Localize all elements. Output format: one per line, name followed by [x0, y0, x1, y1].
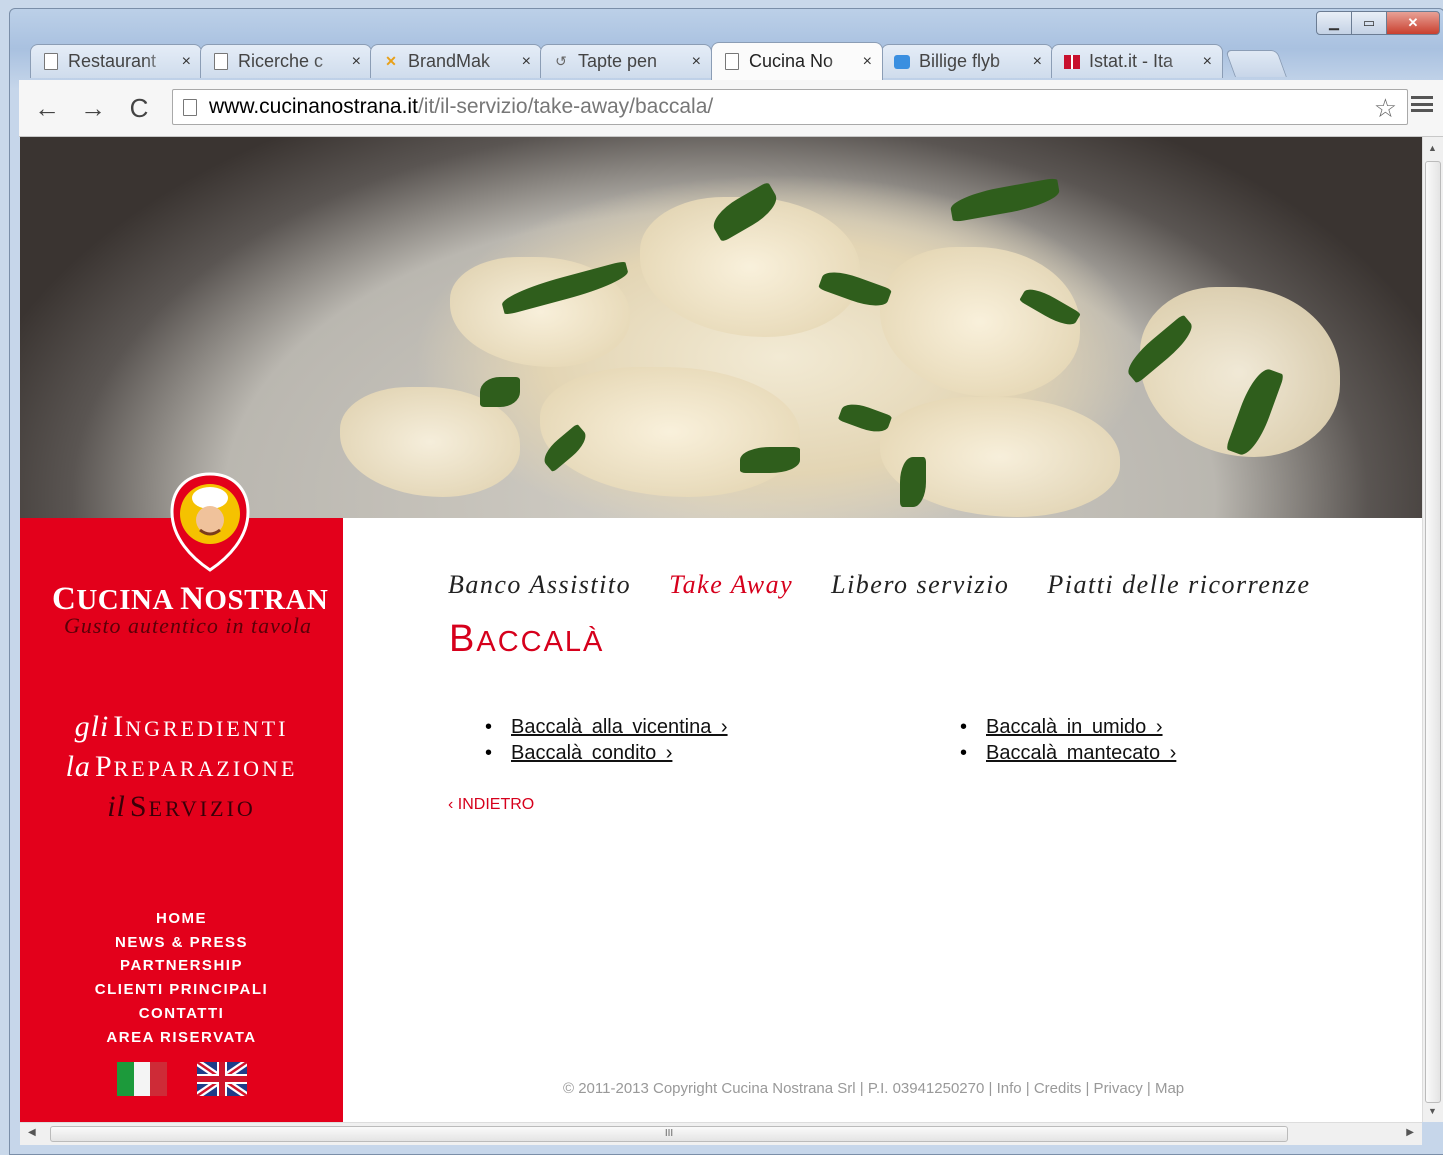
footer-copyright: © 2011-2013 Copyright Cucina Nostrana Sr…	[563, 1080, 1185, 1097]
italian-flag-icon[interactable]	[116, 1062, 167, 1096]
tab-title: Tapte pen	[578, 51, 658, 71]
page-icon	[183, 98, 197, 116]
close-tab-icon[interactable]: ×	[863, 53, 872, 71]
page-title: BACCALÀ	[449, 618, 605, 660]
sidebar-item-partnership[interactable]: PARTNERSHIP	[20, 954, 343, 978]
flight-icon	[894, 53, 910, 71]
motto-line: la PREPARAZIONE	[65, 750, 298, 783]
sidebar-item-contatti[interactable]: CONTATTI	[20, 1002, 343, 1026]
uk-flag-icon[interactable]	[196, 1062, 247, 1096]
brandmaker-icon: ✕	[385, 53, 397, 69]
close-tab-icon[interactable]: ×	[352, 53, 361, 71]
tab-take-away[interactable]: Take Away	[669, 570, 793, 599]
menu-icon[interactable]	[1411, 93, 1433, 115]
browser-tab[interactable]: ↺ Tapte pen ×	[540, 44, 712, 78]
url-path: /it/il-servizio/take-away/baccala/	[417, 95, 714, 118]
browser-tab[interactable]: Ricerche c ×	[200, 44, 372, 78]
list-item: Baccalà mantecato ›	[960, 740, 1176, 766]
back-link[interactable]: ‹ INDIETRO	[448, 796, 534, 814]
page-icon	[724, 53, 740, 71]
reload-icon[interactable]: C	[123, 92, 155, 124]
scroll-right-icon[interactable]: ▶	[1406, 1127, 1414, 1138]
dish-list-right: Baccalà in umido › Baccalà mantecato ›	[960, 714, 1176, 766]
browser-tab-active[interactable]: Cucina No ×	[711, 42, 883, 80]
vertical-scrollbar[interactable]: ▲ ▼	[1422, 137, 1443, 1122]
browser-tab[interactable]: Billige flyb ×	[881, 44, 1053, 78]
tab-title: Istat.it - Ita	[1089, 51, 1174, 71]
scroll-thumb[interactable]	[1425, 161, 1441, 1103]
language-flags	[20, 1062, 343, 1096]
back-arrow-icon[interactable]: ←	[31, 92, 63, 124]
istat-icon	[1064, 53, 1080, 71]
brand-tagline: Gusto autentico in tavola	[64, 613, 313, 638]
browser-tab[interactable]: Istat.it - Ita ×	[1051, 44, 1223, 78]
page-icon	[43, 53, 59, 71]
hero-food-image	[20, 137, 1422, 518]
list-item: Baccalà in umido ›	[960, 714, 1176, 740]
tab-strip: Restaurant × Ricerche c × ✕ BrandMak × ↺…	[18, 40, 1318, 80]
url-host: www.cucinanostrana.it	[209, 95, 418, 118]
tab-piatti-ricorrenze[interactable]: Piatti delle ricorrenze	[1047, 570, 1310, 599]
close-tab-icon[interactable]: ×	[522, 53, 531, 71]
dish-link[interactable]: Baccalà condito ›	[511, 742, 672, 764]
close-tab-icon[interactable]: ×	[1033, 53, 1042, 71]
list-item: Baccalà condito ›	[485, 740, 728, 766]
close-tab-icon[interactable]: ×	[692, 53, 701, 71]
sidebar-item-home[interactable]: HOME	[20, 907, 343, 931]
sidebar-item-news-press[interactable]: NEWS & PRESS	[20, 931, 343, 955]
address-bar[interactable]: www.cucinanostrana.it/it/il-servizio/tak…	[172, 89, 1408, 125]
close-tab-icon[interactable]: ×	[1203, 53, 1212, 71]
scroll-up-icon[interactable]: ▲	[1428, 143, 1437, 153]
forward-arrow-icon[interactable]: →	[77, 92, 109, 124]
maximize-icon[interactable]: ▭	[1351, 11, 1387, 35]
window-close-icon[interactable]: ✕	[1386, 11, 1440, 35]
tab-title: BrandMak	[408, 51, 491, 71]
tab-title: Cucina No	[749, 51, 834, 71]
new-tab-button[interactable]	[1225, 50, 1287, 77]
motto-line: il SERVIZIO	[107, 790, 256, 823]
browser-tab[interactable]: ✕ BrandMak ×	[370, 44, 542, 78]
sidebar-item-area-riservata[interactable]: AREA RISERVATA	[20, 1026, 343, 1050]
tab-libero-servizio[interactable]: Libero servizio	[831, 570, 1009, 599]
main-content: Banco Assistito Take Away Libero servizi…	[343, 518, 1422, 1122]
tab-banco-assistito[interactable]: Banco Assistito	[448, 570, 631, 599]
list-item: Baccalà alla vicentina ›	[485, 714, 728, 740]
close-tab-icon[interactable]: ×	[182, 53, 191, 71]
tab-title: Ricerche c	[238, 51, 324, 71]
page-viewport: gli INGREDIENTI la PREPARAZIONE il SERVI…	[20, 137, 1422, 1122]
browser-tab[interactable]: Restaurant ×	[30, 44, 202, 78]
scroll-thumb[interactable]: III	[50, 1126, 1288, 1142]
loading-icon: ↺	[555, 53, 567, 69]
horizontal-scrollbar[interactable]: ◀ III ▶	[20, 1122, 1422, 1145]
page-icon	[213, 53, 229, 71]
dish-link[interactable]: Baccalà in umido ›	[986, 716, 1163, 738]
dish-link[interactable]: Baccalà mantecato ›	[986, 742, 1176, 764]
scroll-left-icon[interactable]: ◀	[28, 1127, 36, 1138]
minimize-icon[interactable]: ▁	[1316, 11, 1352, 35]
tab-title: Billige flyb	[919, 51, 1001, 71]
browser-toolbar: ← → C www.cucinanostrana.it/it/il-serviz…	[19, 80, 1443, 137]
sidebar-menu: HOME NEWS & PRESS PARTNERSHIP CLIENTI PR…	[20, 907, 343, 1049]
bookmark-star-icon[interactable]: ☆	[1374, 93, 1397, 124]
sidebar-item-clienti[interactable]: CLIENTI PRINCIPALI	[20, 978, 343, 1002]
dish-list-left: Baccalà alla vicentina › Baccalà condito…	[485, 714, 728, 766]
window-controls: ▁ ▭ ✕	[1316, 11, 1440, 35]
motto-line: gli INGREDIENTI	[74, 710, 289, 743]
service-tabs: Banco Assistito Take Away Libero servizi…	[448, 570, 1341, 600]
chef-logo	[170, 472, 250, 572]
tab-title: Restaurant	[68, 51, 157, 71]
scroll-down-icon[interactable]: ▼	[1428, 1106, 1437, 1116]
dish-link[interactable]: Baccalà alla vicentina ›	[511, 716, 728, 738]
